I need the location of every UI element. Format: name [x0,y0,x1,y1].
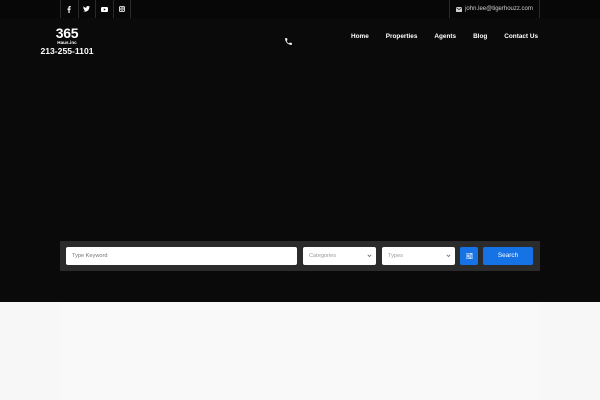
instagram-icon[interactable] [114,0,131,18]
phone-icon[interactable] [284,33,293,45]
logo-mark: 365 [55,25,79,41]
sliders-icon [465,253,473,259]
main-nav: Home Properties Agents Blog Contact Us [334,32,538,42]
categories-select[interactable]: Categories [303,247,376,265]
logo-phone-number: 213-255-1101 [40,46,94,56]
nav-blog[interactable]: Blog [473,32,487,42]
chevron-down-icon [446,248,451,272]
envelope-icon [456,6,463,12]
search-button[interactable]: Search [483,247,533,265]
site-logo[interactable]: 365 Haus.inc 213-255-1101 [40,26,94,56]
nav-agents[interactable]: Agents [434,32,456,42]
top-bar: john.lee@tigerhouzz.com [0,0,600,18]
property-search-panel: Categories Types Search [60,241,540,271]
chevron-down-icon [367,248,372,272]
contact-email[interactable]: john.lee@tigerhouzz.com [449,0,540,18]
twitter-icon[interactable] [79,0,96,18]
facebook-icon[interactable] [61,0,79,18]
types-select-label: Types [388,253,403,259]
keyword-input[interactable] [66,247,297,265]
nav-contact-us[interactable]: Contact Us [504,32,538,42]
nav-properties[interactable]: Properties [386,32,418,42]
content-area [0,302,600,400]
hero-section: 365 Haus.inc 213-255-1101 Home Propertie… [0,18,600,302]
types-select[interactable]: Types [382,247,455,265]
nav-home[interactable]: Home [351,32,369,42]
advanced-filter-button[interactable] [460,247,478,265]
logo-subtext: Haus.inc [57,40,77,45]
youtube-icon[interactable] [96,0,114,18]
social-links [60,0,131,18]
categories-select-label: Categories [309,253,337,259]
contact-email-text: john.lee@tigerhouzz.com [465,6,533,12]
content-container [60,302,540,400]
